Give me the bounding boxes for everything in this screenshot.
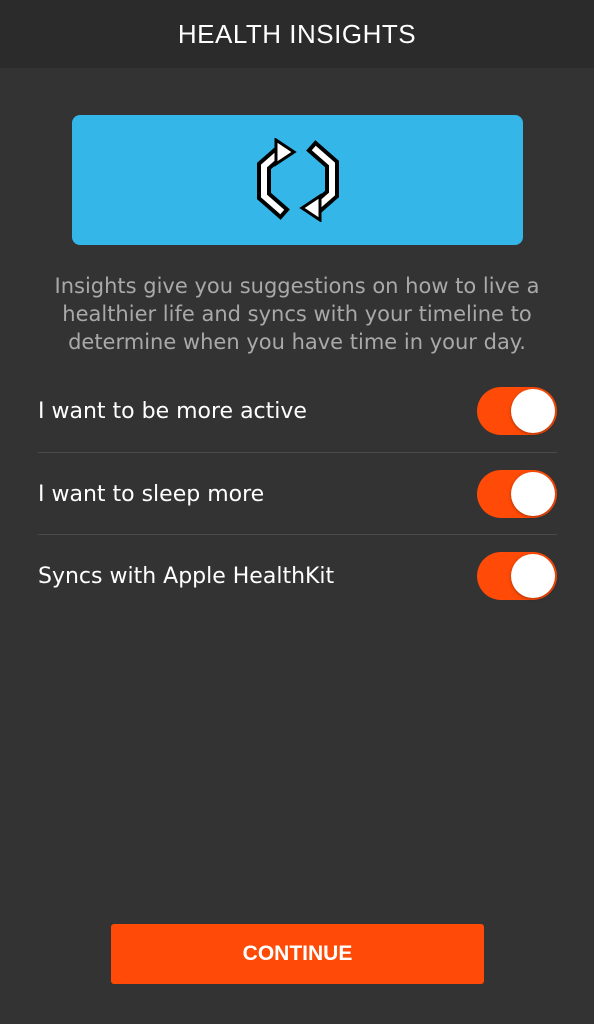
toggle-knob: [511, 554, 555, 598]
toggle-label: I want to sleep more: [38, 481, 265, 507]
toggle-knob: [511, 472, 555, 516]
toggle-label: I want to be more active: [38, 398, 307, 424]
sync-arrows-icon: [256, 138, 339, 222]
insights-description: Insights give you suggestions on how to …: [54, 274, 540, 354]
page-title: HEALTH INSIGHTS: [177, 18, 417, 49]
continue-label: CONTINUE: [242, 942, 353, 965]
toggle-row-more-active: I want to be more active: [38, 370, 557, 452]
toggle-knob: [511, 389, 555, 433]
toggle-label: Syncs with Apple HealthKit: [38, 563, 335, 589]
hero-banner: [72, 115, 523, 245]
sleep-more-toggle[interactable]: [477, 470, 557, 518]
header-bar: HEALTH INSIGHTS: [0, 0, 594, 68]
toggle-row-sleep-more: I want to sleep more: [38, 453, 557, 535]
more-active-toggle[interactable]: [477, 387, 557, 435]
continue-button[interactable]: CONTINUE: [111, 924, 484, 984]
toggle-row-healthkit: Syncs with Apple HealthKit: [38, 535, 557, 617]
healthkit-sync-toggle[interactable]: [477, 552, 557, 600]
